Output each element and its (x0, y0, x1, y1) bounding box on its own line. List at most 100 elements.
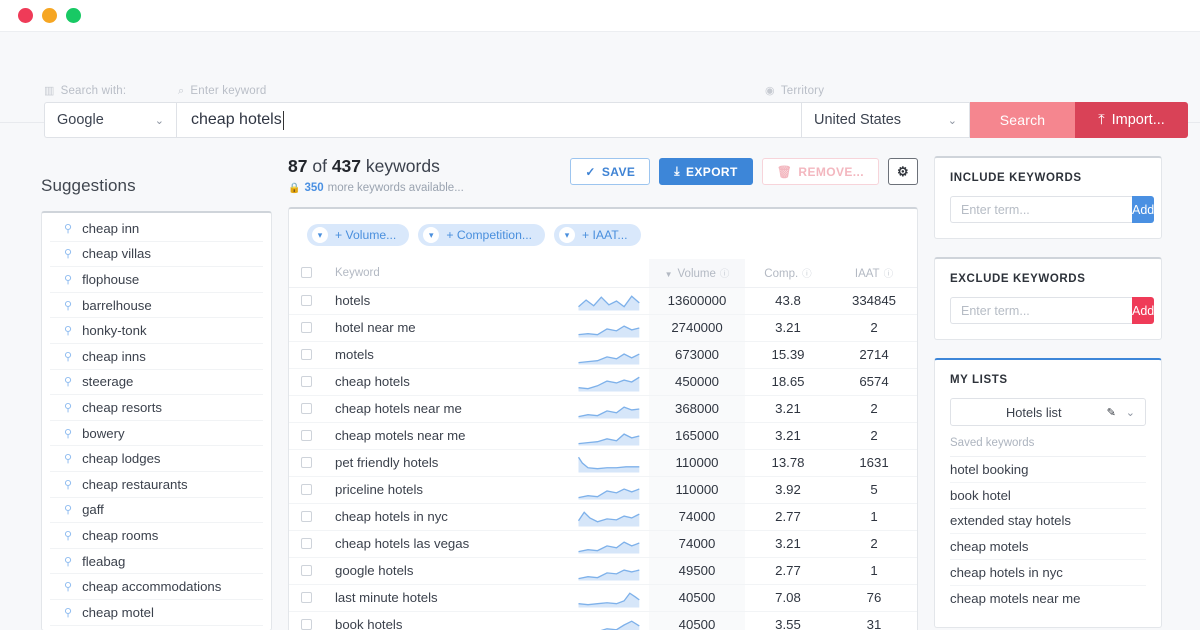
settings-button[interactable]: ⚙ (888, 158, 918, 185)
iaat-cell: 334845 (831, 287, 917, 315)
row-checkbox[interactable] (301, 511, 312, 522)
volume-column-header[interactable]: ▼ Volume ⓘ (649, 259, 745, 288)
comp-cell: 2.77 (745, 503, 831, 531)
filter-chip[interactable]: ▾ + Competition... (418, 224, 546, 246)
row-select-cell[interactable] (289, 449, 321, 477)
saved-keyword-item[interactable]: book hotel (950, 483, 1146, 509)
filter-chip-row: ▾ + Volume... ▾ + Competition... ▾ + IAAT... (289, 209, 917, 259)
suggestion-item[interactable]: ⚲ cheap villas (50, 242, 263, 268)
table-row[interactable]: motels 673000 15.39 2714 (289, 341, 917, 369)
comp-cell: 13.78 (745, 449, 831, 477)
table-row[interactable]: pet friendly hotels 110000 13.78 1631 (289, 449, 917, 477)
search-icon: ⚲ (64, 581, 73, 594)
suggestion-item[interactable]: ⚲ cheap lodges (50, 446, 263, 472)
row-select-cell[interactable] (289, 503, 321, 531)
remove-button[interactable]: 🗑 REMOVE... (761, 158, 879, 185)
iaat-column-header[interactable]: IAAT ⓘ (831, 259, 917, 288)
volume-sparkline (578, 405, 640, 418)
suggestion-item[interactable]: ⚲ cheap inn (50, 216, 263, 242)
table-row[interactable]: cheap hotels in nyc 74000 2.77 1 (289, 503, 917, 531)
row-select-cell[interactable] (289, 368, 321, 396)
export-button[interactable]: ⤓ EXPORT (659, 158, 753, 185)
table-row[interactable]: hotel near me 2740000 3.21 2 (289, 314, 917, 342)
suggestion-item[interactable]: ⚲ bowery (50, 421, 263, 447)
suggestion-item[interactable]: ⚲ cheap rooms (50, 523, 263, 549)
table-row[interactable]: last minute hotels 40500 7.08 76 (289, 584, 917, 612)
row-checkbox[interactable] (301, 592, 312, 603)
include-keyword-input[interactable] (950, 196, 1132, 223)
keyword-column-header[interactable]: Keyword (321, 259, 569, 288)
row-checkbox[interactable] (301, 295, 312, 306)
list-selector[interactable]: Hotels list ✎ ⌄ (950, 398, 1146, 426)
row-select-cell[interactable] (289, 476, 321, 504)
saved-keyword-item[interactable]: cheap motels (950, 534, 1146, 561)
keyword-cell: cheap motels near me (321, 422, 569, 450)
row-checkbox[interactable] (301, 430, 312, 441)
saved-keyword-item[interactable]: cheap hotels in nyc (950, 560, 1146, 586)
suggestion-item[interactable]: ⚲ cheap motel (50, 600, 263, 626)
filter-chip[interactable]: ▾ + IAAT... (554, 224, 641, 246)
row-checkbox[interactable] (301, 484, 312, 495)
table-row[interactable]: priceline hotels 110000 3.92 5 (289, 476, 917, 504)
table-row[interactable]: cheap hotels near me 368000 3.21 2 (289, 395, 917, 423)
comp-cell: 3.21 (745, 314, 831, 342)
table-row[interactable]: google hotels 49500 2.77 1 (289, 557, 917, 585)
row-checkbox[interactable] (301, 376, 312, 387)
suggestion-item[interactable]: ⚲ steerage (50, 370, 263, 396)
exclude-keyword-input[interactable] (950, 297, 1132, 324)
row-select-cell[interactable] (289, 395, 321, 423)
suggestion-item[interactable]: ⚲ cheap restaurants (50, 472, 263, 498)
saved-keyword-item[interactable]: extended stay hotels (950, 509, 1146, 535)
suggestion-item[interactable]: ⚲ cheap resorts (50, 395, 263, 421)
row-select-cell[interactable] (289, 557, 321, 585)
row-checkbox[interactable] (301, 457, 312, 468)
comp-column-label: Comp. (764, 267, 799, 280)
table-row[interactable]: cheap hotels las vegas 74000 3.21 2 (289, 530, 917, 558)
table-row[interactable]: cheap motels near me 165000 3.21 2 (289, 422, 917, 450)
select-all-header[interactable] (289, 259, 321, 288)
row-select-cell[interactable] (289, 314, 321, 342)
iaat-cell: 5 (831, 476, 917, 504)
saved-keyword-item[interactable]: hotel booking (950, 457, 1146, 483)
row-checkbox[interactable] (301, 403, 312, 414)
row-checkbox[interactable] (301, 619, 312, 630)
row-select-cell[interactable] (289, 422, 321, 450)
exclude-add-button[interactable]: Add (1132, 297, 1155, 324)
row-select-cell[interactable] (289, 287, 321, 315)
suggestion-item[interactable]: ⚲ honky-tonk (50, 318, 263, 344)
row-select-cell[interactable] (289, 611, 321, 630)
include-add-button[interactable]: Add (1132, 196, 1155, 223)
row-checkbox[interactable] (301, 322, 312, 333)
row-checkbox[interactable] (301, 565, 312, 576)
edit-pencil-icon[interactable]: ✎ (1107, 406, 1116, 419)
table-row[interactable]: cheap hotels 450000 18.65 6574 (289, 368, 917, 396)
exclude-keywords-panel: EXCLUDE KEYWORDS Add (934, 257, 1162, 340)
suggestion-item[interactable]: ⚲ gaff (50, 498, 263, 524)
info-icon[interactable]: ⓘ (720, 269, 730, 280)
row-select-cell[interactable] (289, 530, 321, 558)
window-close-dot[interactable] (18, 8, 33, 23)
suggestion-item[interactable]: ⚲ cheap inns (50, 344, 263, 370)
info-icon[interactable]: ⓘ (802, 269, 812, 280)
chevron-down-icon[interactable]: ⌄ (1126, 406, 1135, 419)
window-maximize-dot[interactable] (66, 8, 81, 23)
select-all-checkbox[interactable] (301, 267, 312, 279)
suggestion-item[interactable]: ⚲ barrelhouse (50, 293, 263, 319)
table-row[interactable]: book hotels 40500 3.55 31 (289, 611, 917, 630)
window-minimize-dot[interactable] (42, 8, 57, 23)
more-keywords-note[interactable]: 🔒 350 more keywords available... (288, 182, 464, 194)
save-button[interactable]: ✓ SAVE (570, 158, 651, 185)
row-select-cell[interactable] (289, 584, 321, 612)
volume-cell: 74000 (649, 503, 745, 531)
filter-chip[interactable]: ▾ + Volume... (307, 224, 410, 246)
row-checkbox[interactable] (301, 349, 312, 360)
comp-column-header[interactable]: Comp. ⓘ (745, 259, 831, 288)
suggestion-item[interactable]: ⚲ cheap accommodations (50, 574, 263, 600)
row-select-cell[interactable] (289, 341, 321, 369)
suggestion-item[interactable]: ⚲ flophouse (50, 267, 263, 293)
saved-keyword-item[interactable]: cheap motels near me (950, 586, 1146, 612)
suggestion-item[interactable]: ⚲ fleabag (50, 549, 263, 575)
table-row[interactable]: hotels 13600000 43.8 334845 (289, 287, 917, 315)
info-icon[interactable]: ⓘ (884, 269, 894, 280)
row-checkbox[interactable] (301, 538, 312, 549)
